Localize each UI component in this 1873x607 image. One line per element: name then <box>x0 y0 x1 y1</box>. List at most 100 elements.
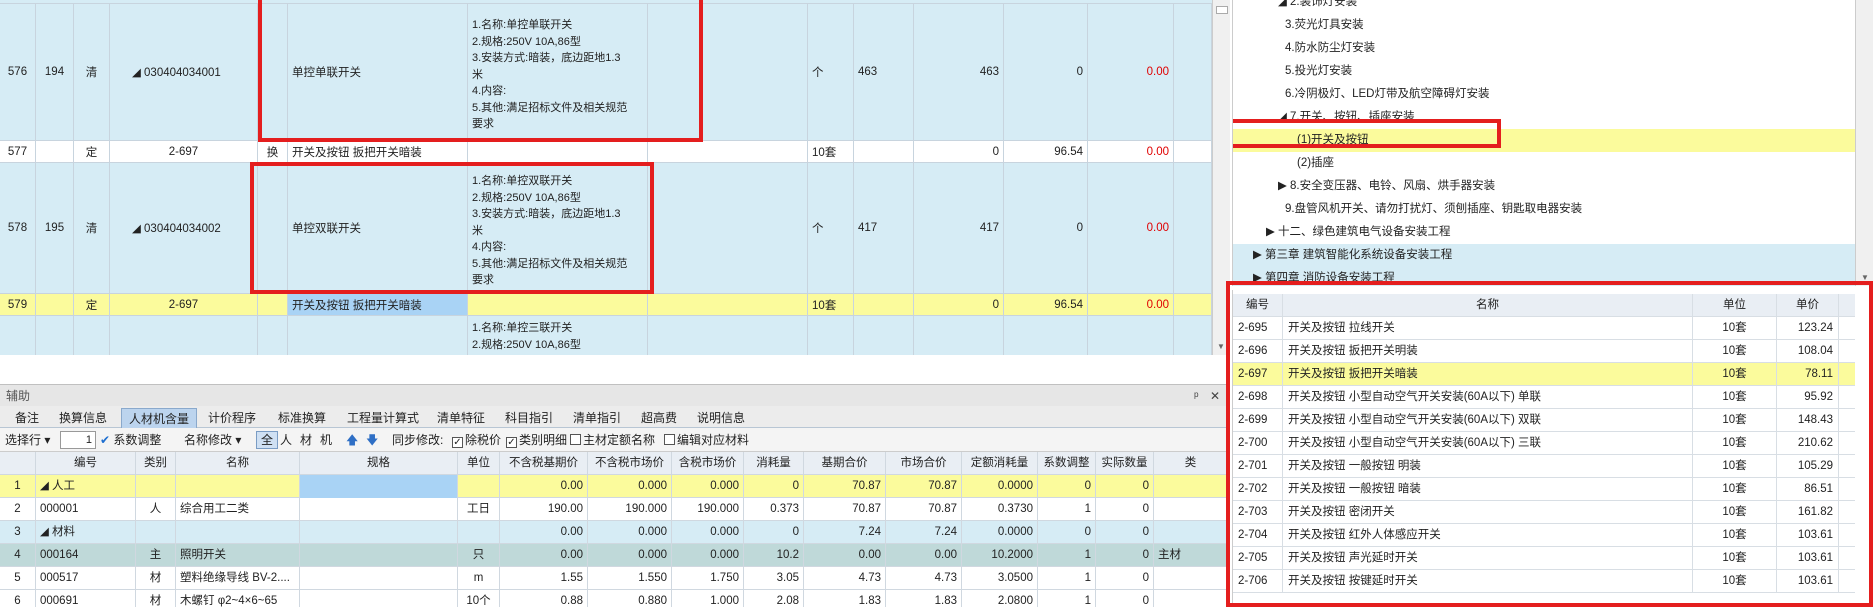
material-cell-cat[interactable]: 主 <box>136 544 176 567</box>
material-cell-name[interactable]: 照明开关 <box>176 544 300 567</box>
tree-item[interactable]: ◢ 2.装饰灯安装 <box>1233 0 1855 14</box>
tab-labor-material-machine[interactable]: 人材机含量 <box>121 408 198 428</box>
tree-vertical-scrollbar[interactable]: ▼ <box>1855 0 1873 286</box>
material-cell-quota-cons[interactable]: 0.0000 <box>962 521 1038 544</box>
table-row[interactable]: 577 定 2-697 换 开关及按钮 扳把开关暗装 10套 0 96.54 0… <box>0 141 1212 163</box>
tree-item[interactable]: (2)插座 <box>1233 152 1855 175</box>
material-cell-quota-cons[interactable]: 2.0800 <box>962 590 1038 607</box>
material-cell-unit[interactable]: 工日 <box>458 498 500 521</box>
material-cell-base-sum[interactable]: 4.73 <box>804 567 886 590</box>
material-cell-base-sum[interactable]: 0.00 <box>804 544 886 567</box>
tab-quantity-formula[interactable]: 工程量计算式 <box>340 408 426 428</box>
quota-row[interactable]: 2-699 开关及按钮 小型自动空气开关安装(60A以下) 双联 10套 148.43 <box>1233 409 1855 432</box>
col-header[interactable]: 实际数量 <box>1096 452 1154 475</box>
material-cell-actual[interactable]: 0 <box>1096 590 1154 607</box>
material-cell-mkt-sum[interactable]: 70.87 <box>886 475 962 498</box>
material-cell-cat[interactable]: 人 <box>136 498 176 521</box>
material-cell-actual[interactable]: 0 <box>1096 498 1154 521</box>
material-cell-quota-cons[interactable]: 3.0500 <box>962 567 1038 590</box>
row-qty[interactable] <box>854 141 914 162</box>
material-row[interactable]: 2 000001 人综合用工二类 工日 190.00 190.000 190.000 0.37… <box>0 498 1228 521</box>
tree-item[interactable]: 3.荧光灯具安装 <box>1233 14 1855 37</box>
tree-item[interactable]: 4.防水防尘灯安装 <box>1233 37 1855 60</box>
material-cell-name[interactable] <box>176 521 300 544</box>
material-cell-idx[interactable]: 5 <box>0 567 36 590</box>
row-qty[interactable]: 463 <box>854 4 914 140</box>
move-down-icon[interactable]: 🡇 <box>366 432 378 448</box>
col-header[interactable]: 单位 <box>458 452 500 475</box>
material-cell-base[interactable]: 0.00 <box>500 521 588 544</box>
material-cell-name[interactable] <box>176 475 300 498</box>
material-cell-extra[interactable] <box>1154 475 1228 498</box>
row-features[interactable]: 1.名称:单控双联开关 2.规格:250V 10A,86型 3.安装方式:暗装，… <box>468 163 648 293</box>
row-features[interactable] <box>468 294 648 315</box>
material-cell-unit[interactable]: m <box>458 567 500 590</box>
tree-item[interactable]: ◢ 7.开关、按钮、插座安装 <box>1233 106 1855 129</box>
material-cell-cons[interactable]: 0.373 <box>744 498 804 521</box>
tree-item[interactable]: 6.冷阴极灯、LED灯带及航空障碍灯安装 <box>1233 83 1855 106</box>
material-cell-coef[interactable]: 1 <box>1038 567 1096 590</box>
material-cell-name[interactable]: 木螺钉 φ2~4×6~65 <box>176 590 300 607</box>
material-cell-idx[interactable]: 1 <box>0 475 36 498</box>
row-qty[interactable] <box>854 294 914 315</box>
tree-item[interactable]: 5.投光灯安装 <box>1233 60 1855 83</box>
material-cell-quota-cons[interactable]: 0.3730 <box>962 498 1038 521</box>
material-cell-code[interactable]: 000691 <box>36 590 136 607</box>
material-row[interactable]: 6 000691 材木螺钉 φ2~4×6~65 10个 0.88 0.880 1.000 2.… <box>0 590 1228 607</box>
material-cell-idx[interactable]: 3 <box>0 521 36 544</box>
material-cell-code[interactable]: ◢ 材料 <box>36 521 136 544</box>
material-cell-code[interactable]: 000164 <box>36 544 136 567</box>
material-cell-mkt[interactable]: 0.880 <box>588 590 672 607</box>
tree-item[interactable]: ▶ 第三章 建筑智能化系统设备安装工程 <box>1233 244 1855 267</box>
row-code[interactable]: ◢ 030404034002 <box>110 163 258 293</box>
row-qty[interactable]: 417 <box>854 163 914 293</box>
material-cell-base-sum[interactable]: 70.87 <box>804 498 886 521</box>
material-cell-code[interactable]: ◢ 人工 <box>36 475 136 498</box>
table-row[interactable]: 1.名称:单控三联开关 2.规格:250V 10A,86型 <box>0 316 1212 355</box>
filter-all-button[interactable]: 全 <box>256 431 279 449</box>
quota-row[interactable]: 2-704 开关及按钮 红外人体感应开关 10套 103.61 <box>1233 524 1855 547</box>
quota-row[interactable]: 2-695 开关及按钮 拉线开关 10套 123.24 <box>1233 317 1855 340</box>
quota-row[interactable]: 2-702 开关及按钮 一般按钮 暗装 10套 86.51 <box>1233 478 1855 501</box>
material-row[interactable]: 1 ◢ 人工 0.00 0.000 0.000 0 70.87 70.87 0.0000 0 0 <box>0 475 1228 498</box>
material-cell-base[interactable]: 190.00 <box>500 498 588 521</box>
quota-row[interactable]: 2-697 开关及按钮 扳把开关暗装 10套 78.11 <box>1233 363 1855 386</box>
material-cell-coef[interactable]: 1 <box>1038 498 1096 521</box>
material-cell-mkt-sum[interactable]: 70.87 <box>886 498 962 521</box>
tree-item[interactable]: ▶ 十二、绿色建筑电气设备安装工程 <box>1233 221 1855 244</box>
category-detail-checkbox[interactable]: ✓ 类别明细 <box>506 432 567 448</box>
filter-material-button[interactable]: 材 <box>300 432 312 448</box>
material-cell-base-sum[interactable]: 7.24 <box>804 521 886 544</box>
material-cell-quota-cons[interactable]: 0.0000 <box>962 475 1038 498</box>
material-cell-mkt-sum[interactable]: 0.00 <box>886 544 962 567</box>
material-cell-mkt-sum[interactable]: 7.24 <box>886 521 962 544</box>
tab-subject-guide[interactable]: 科目指引 <box>498 408 560 428</box>
col-header[interactable]: 不含税基期价 <box>500 452 588 475</box>
material-cell-spec[interactable] <box>300 567 458 590</box>
material-cell-spec[interactable] <box>300 544 458 567</box>
move-up-icon[interactable]: 🡅 <box>346 432 358 448</box>
table-row[interactable]: 578 195 清 ◢ 030404034002 单控双联开关 1.名称:单控双… <box>0 163 1212 294</box>
col-header[interactable]: 编号 <box>36 452 136 475</box>
scroll-down-icon[interactable]: ▼ <box>1217 342 1225 351</box>
row-name[interactable]: 单控双联开关 <box>288 163 468 293</box>
col-header[interactable]: 市场合价 <box>886 452 962 475</box>
material-cell-extra[interactable] <box>1154 498 1228 521</box>
bill-vertical-scrollbar[interactable]: ▼ <box>1212 0 1230 355</box>
tab-bill-features[interactable]: 清单特征 <box>430 408 492 428</box>
material-cell-idx[interactable]: 6 <box>0 590 36 607</box>
scroll-down-icon[interactable]: ▼ <box>1861 273 1869 282</box>
col-header[interactable]: 单位 <box>1693 294 1777 317</box>
material-cell-mkt[interactable]: 190.000 <box>588 498 672 521</box>
material-cell-coef[interactable]: 1 <box>1038 590 1096 607</box>
row-code[interactable]: 2-697 <box>110 141 258 162</box>
scroll-thumb[interactable] <box>1216 6 1228 14</box>
quota-row[interactable]: 2-701 开关及按钮 一般按钮 明装 10套 105.29 <box>1233 455 1855 478</box>
material-cell-base[interactable]: 1.55 <box>500 567 588 590</box>
col-header[interactable]: 编号 <box>1233 294 1283 317</box>
material-cell-base[interactable]: 0.00 <box>500 475 588 498</box>
quota-row[interactable]: 2-696 开关及按钮 扳把开关明装 10套 108.04 <box>1233 340 1855 363</box>
material-cell-mkt[interactable]: 0.000 <box>588 475 672 498</box>
material-cell-mkt[interactable]: 0.000 <box>588 544 672 567</box>
tab-bill-guide[interactable]: 清单指引 <box>566 408 628 428</box>
